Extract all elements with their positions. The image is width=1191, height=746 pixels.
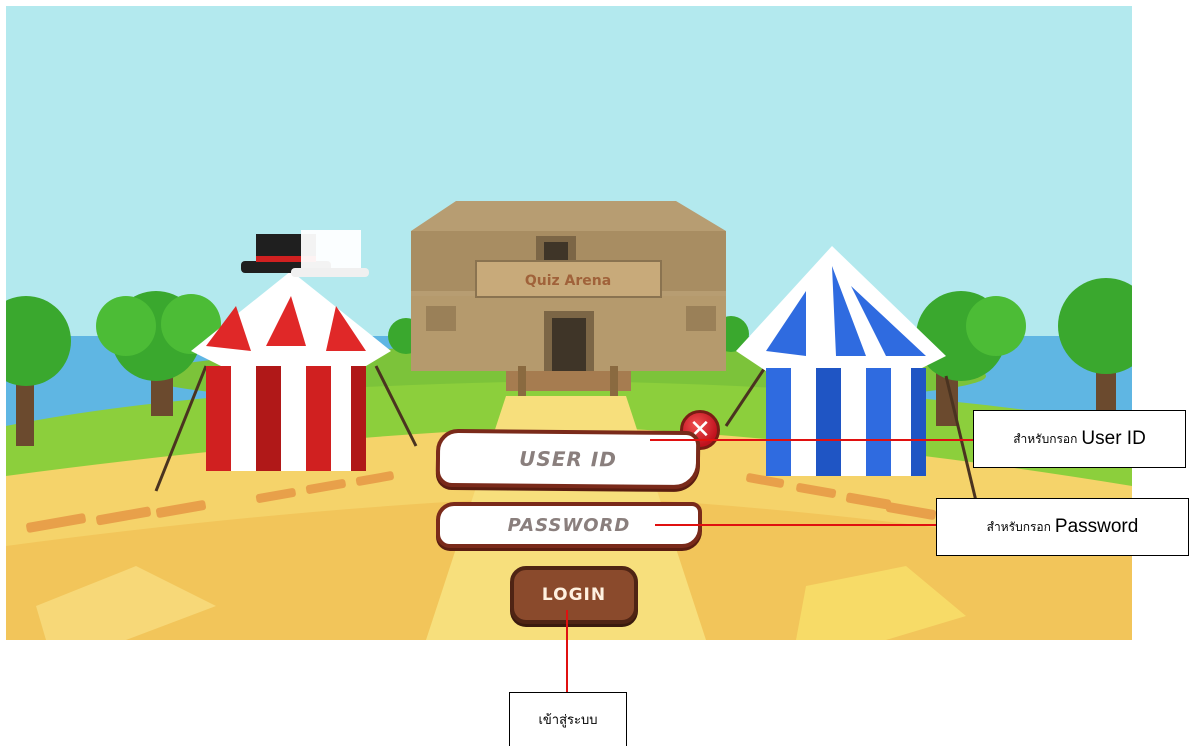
user-id-placeholder: USER ID: [519, 446, 617, 472]
password-callout: สำหรับกรอก Password: [936, 498, 1189, 556]
login-callout-line: [566, 610, 568, 692]
user-id-callout-prefix: สำหรับกรอก: [1013, 431, 1078, 446]
login-button-label: LOGIN: [541, 585, 607, 605]
password-callout-prefix: สำหรับกรอก: [986, 519, 1051, 534]
user-id-callout-term: User ID: [1081, 428, 1146, 449]
user-id-callout-line: [650, 439, 973, 441]
user-id-input[interactable]: USER ID: [435, 428, 701, 490]
user-id-callout: สำหรับกรอก User ID: [973, 410, 1186, 468]
password-placeholder: PASSWORD: [507, 514, 631, 536]
password-callout-term: Password: [1054, 516, 1139, 537]
login-callout: เข้าสู่ระบบ: [509, 692, 627, 746]
building-sign-text: Quiz Arena: [525, 273, 611, 289]
login-button[interactable]: LOGIN: [510, 566, 638, 624]
login-callout-text: เข้าสู่ระบบ: [538, 712, 598, 727]
password-callout-line: [655, 524, 936, 526]
